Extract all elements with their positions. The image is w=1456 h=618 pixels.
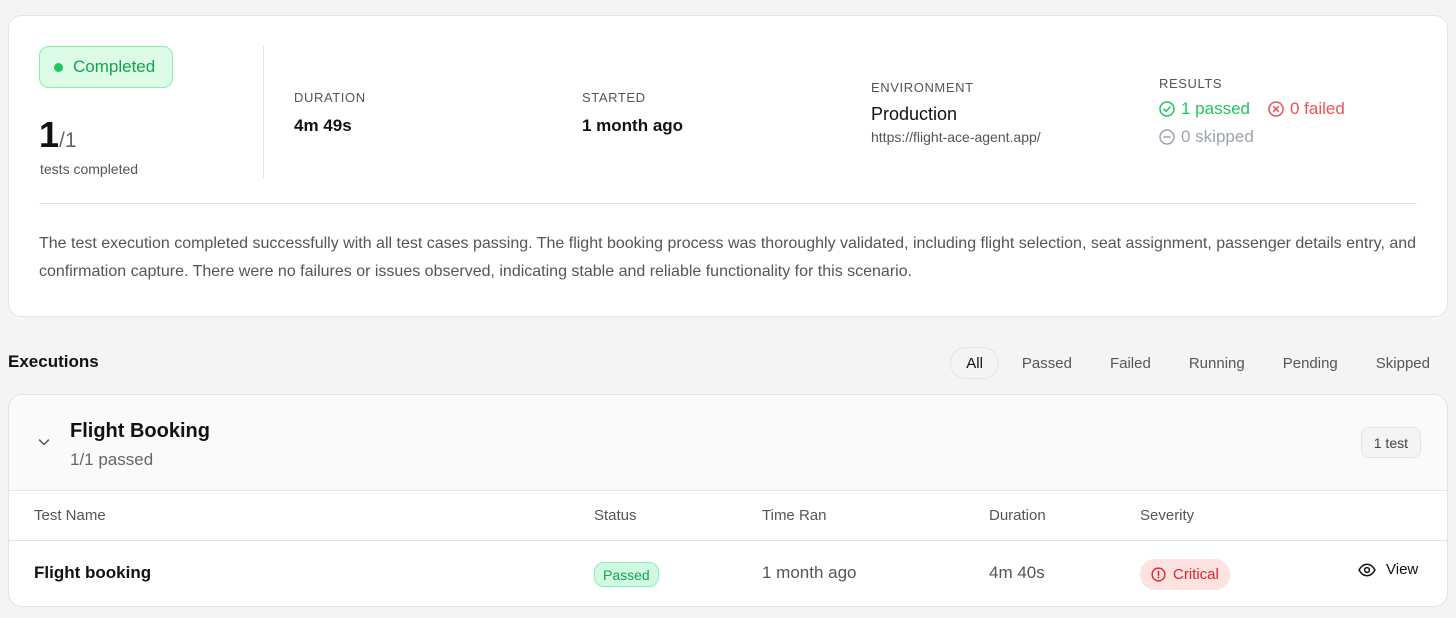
check-circle-icon	[1159, 101, 1175, 117]
skipped-count-label: 0 skipped	[1181, 127, 1254, 146]
run-summary-card: Completed 1 /1 tests completed DURATION …	[8, 15, 1448, 317]
run-status-badge: Completed	[39, 46, 173, 88]
x-circle-icon	[1268, 101, 1284, 117]
tests-total-count: /1	[59, 129, 77, 152]
results-label: RESULTS	[1159, 76, 1223, 91]
environment-stat: ENVIRONMENT Production https://flight-ac…	[871, 80, 1041, 145]
test-name-cell: Flight booking	[34, 563, 152, 582]
status-badge: Passed	[594, 562, 659, 587]
test-group-name: Flight Booking	[70, 420, 210, 442]
column-severity: Severity	[1140, 507, 1195, 524]
column-status: Status	[594, 507, 637, 524]
environment-value: Production	[871, 104, 958, 124]
failed-count: 0 failed	[1268, 99, 1345, 119]
filter-tab-pending[interactable]: Pending	[1268, 347, 1353, 379]
duration-value: 4m 49s	[294, 116, 352, 135]
filter-tab-passed[interactable]: Passed	[1007, 347, 1087, 379]
test-group-header[interactable]: Flight Booking 1/1 passed 1 test	[9, 395, 1447, 491]
chevron-down-icon[interactable]	[37, 435, 51, 449]
table-header: Test Name Status Time Ran Duration Sever…	[9, 491, 1447, 541]
run-status-label: Completed	[73, 57, 156, 76]
started-value: 1 month ago	[582, 116, 684, 135]
started-label: STARTED	[582, 90, 646, 105]
filter-tab-skipped[interactable]: Skipped	[1361, 347, 1445, 379]
test-group-card: Flight Booking 1/1 passed 1 test Test Na…	[8, 394, 1448, 607]
execution-filter-tabs: All Passed Failed Running Pending Skippe…	[942, 347, 1445, 379]
view-button-label: View	[1386, 561, 1419, 578]
test-group-pass-summary: 1/1 passed	[70, 450, 154, 469]
duration-cell: 4m 40s	[989, 563, 1045, 582]
column-duration: Duration	[989, 507, 1046, 524]
severity-label: Critical	[1173, 566, 1219, 583]
failed-count-label: 0 failed	[1290, 99, 1345, 118]
executions-title: Executions	[8, 352, 99, 371]
duration-stat: DURATION 4m 49s	[294, 90, 366, 136]
time-ran-cell: 1 month ago	[762, 563, 857, 582]
column-test-name: Test Name	[34, 507, 106, 524]
filter-tab-failed[interactable]: Failed	[1095, 347, 1166, 379]
run-description: The test execution completed successfull…	[39, 235, 1417, 280]
view-button[interactable]: View	[1358, 561, 1418, 578]
severity-badge: Critical	[1140, 559, 1230, 590]
filter-tab-running[interactable]: Running	[1174, 347, 1260, 379]
eye-icon	[1358, 562, 1376, 577]
tests-progress: 1 /1	[39, 114, 77, 156]
environment-label: ENVIRONMENT	[871, 80, 974, 95]
test-count-badge: 1 test	[1360, 427, 1421, 458]
minus-circle-icon	[1159, 129, 1175, 145]
environment-url: https://flight-ace-agent.app/	[871, 129, 1041, 145]
passed-count: 1 passed	[1159, 99, 1250, 119]
column-time-ran: Time Ran	[762, 507, 827, 524]
status-dot-icon	[54, 62, 63, 72]
summary-divider	[263, 46, 264, 178]
results-stat: RESULTS 1 passed 0 failed 0 skipped	[1159, 76, 1363, 147]
alert-circle-icon	[1151, 567, 1166, 582]
tests-progress-caption: tests completed	[40, 161, 139, 177]
duration-label: DURATION	[294, 90, 366, 105]
summary-separator	[39, 203, 1417, 204]
tests-done-count: 1	[39, 114, 60, 155]
started-stat: STARTED 1 month ago	[582, 90, 683, 136]
table-row[interactable]: Flight booking Passed 1 month ago 4m 40s…	[9, 541, 1447, 606]
passed-count-label: 1 passed	[1181, 99, 1250, 118]
filter-tab-all[interactable]: All	[950, 347, 999, 379]
skipped-count: 0 skipped	[1159, 127, 1254, 147]
